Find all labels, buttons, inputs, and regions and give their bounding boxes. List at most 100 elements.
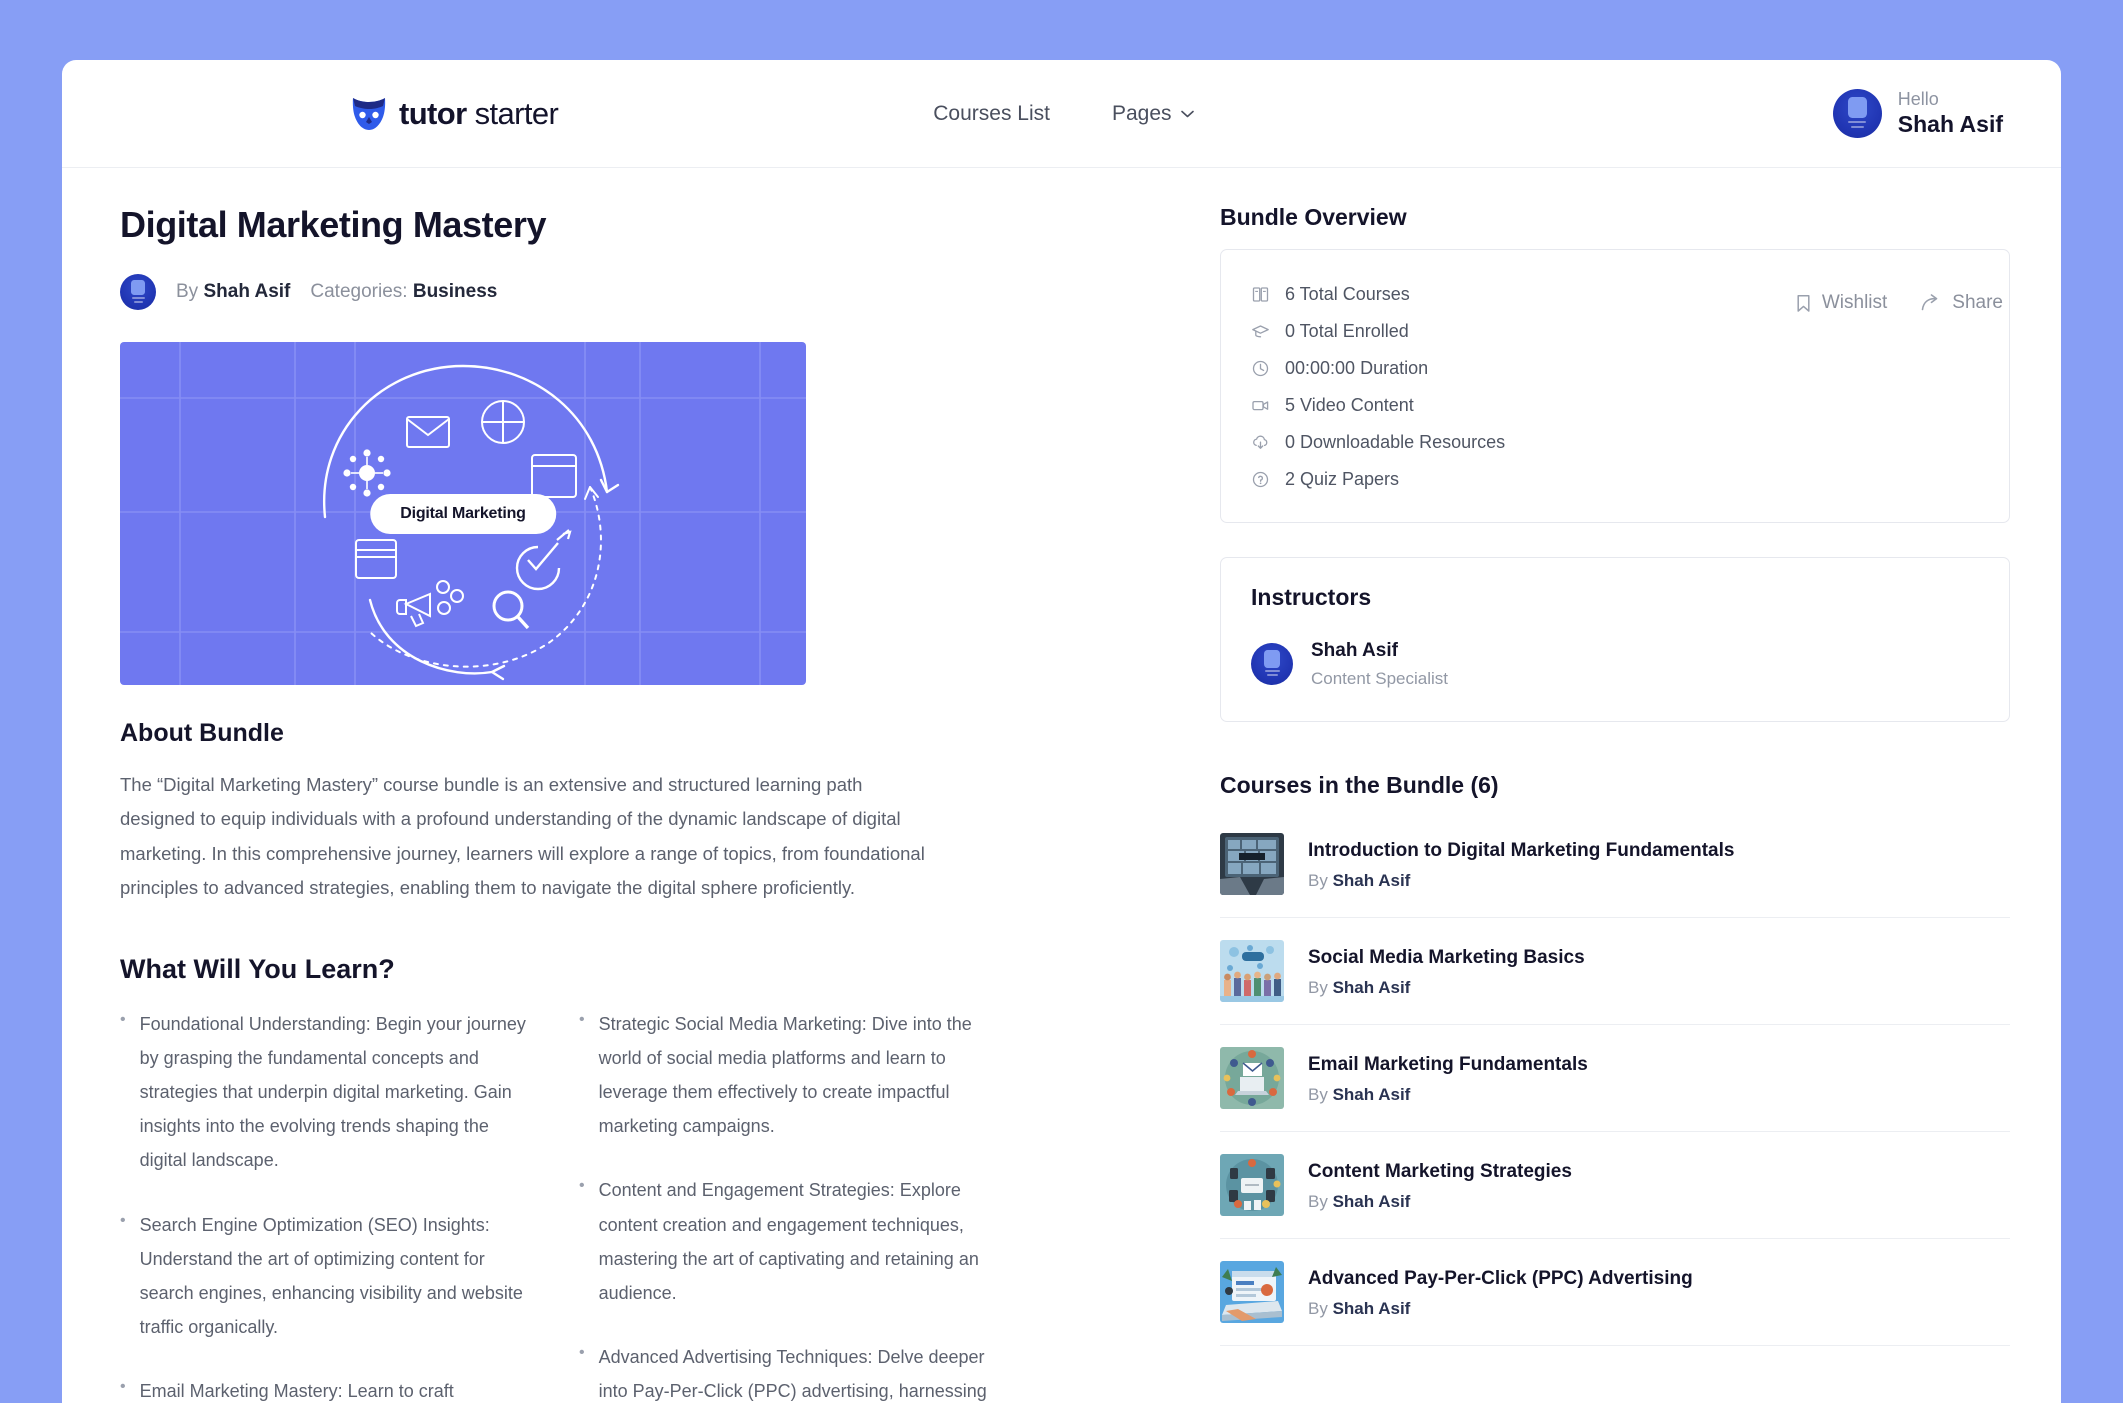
brand-wordmark: tutor starter — [399, 95, 559, 132]
by-prefix: By — [1308, 1299, 1328, 1319]
main-nav: Courses List Pages — [933, 102, 1194, 126]
owl-icon — [350, 97, 388, 131]
learn-item: • Search Engine Optimization (SEO) Insig… — [120, 1208, 535, 1345]
overview-row-quiz-papers: 2 Quiz Papers — [1251, 461, 1979, 498]
courses-in-bundle-list: Introduction to Digital Marketing Fundam… — [1220, 811, 2010, 1346]
overview-row-duration: 00:00:00 Duration — [1251, 350, 1979, 387]
tablet-collage-thumb — [1220, 833, 1284, 895]
course-title: Introduction to Digital Marketing Fundam… — [1308, 839, 1735, 861]
question-circle-icon — [1251, 470, 1270, 489]
greeting-text: Hello — [1897, 88, 1939, 109]
by-prefix: By — [1308, 1085, 1328, 1105]
course-item-info: Introduction to Digital Marketing Fundam… — [1308, 837, 1734, 892]
share-label: Share — [1952, 292, 2003, 313]
avatar-line — [1264, 670, 1280, 672]
user-greeting-block: Hello Shah Asif — [1898, 88, 2003, 139]
brand-logo[interactable]: tutor starter — [350, 95, 559, 132]
learn-heading: What Will You Learn? — [120, 953, 395, 984]
learn-item-text: Strategic Social Media Marketing: Dive i… — [598, 1013, 972, 1137]
bullet-icon: • — [579, 1177, 585, 1195]
laptop-ppc-thumb — [1220, 1261, 1284, 1323]
bullet-icon: • — [579, 1010, 585, 1028]
overview-heading: Bundle Overview — [1220, 204, 1407, 230]
nav-item-pages[interactable]: Pages — [1112, 102, 1194, 126]
learn-item-text: Content and Engagement Strategies: Explo… — [598, 1180, 979, 1303]
main-column: Digital Marketing Mastery By Shah Asif C… — [120, 204, 1220, 1403]
avatar-badge-icon — [131, 279, 145, 295]
course-author: By Shah Asif — [1308, 978, 1585, 998]
course-list-item[interactable]: Social Media Marketing Basics By Shah As… — [1220, 918, 2010, 1025]
avatar-badge-icon — [1847, 96, 1867, 118]
overview-row-total-enrolled: 0 Total Enrolled — [1251, 313, 1979, 350]
overview-row-downloadable-resources: 0 Downloadable Resources — [1251, 424, 1979, 461]
course-list-item[interactable]: Email Marketing Fundamentals By Shah Asi… — [1220, 1025, 2010, 1132]
avatar-line — [131, 296, 145, 299]
learn-item: • Content and Engagement Strategies: Exp… — [579, 1173, 994, 1310]
instructors-card: Instructors Shah Asif Content Specialist — [1220, 557, 2010, 722]
course-author: By Shah Asif — [1308, 1192, 1572, 1212]
learn-item-text: Foundational Understanding: Begin your j… — [139, 1013, 526, 1171]
share-button[interactable]: Share — [1921, 292, 2003, 314]
category-meta: Categories: Business — [310, 281, 497, 303]
by-prefix: By — [1308, 978, 1328, 998]
title-row: Digital Marketing Mastery — [120, 204, 1170, 246]
overview-row-text: 0 Downloadable Resources — [1285, 432, 1506, 452]
brand-bold: tutor — [399, 95, 467, 131]
bundle-overview-card: 6 Total Courses 0 Total Enrolled 00:00:0… — [1220, 249, 2010, 523]
avatar-line — [1848, 120, 1867, 123]
clock-icon — [1251, 359, 1270, 378]
course-author: By Shah Asif — [1308, 871, 1734, 891]
bullet-icon: • — [579, 1344, 585, 1362]
learn-column-left: • Foundational Understanding: Begin your… — [120, 1007, 535, 1403]
category-value[interactable]: Business — [413, 281, 497, 302]
course-meta: By Shah Asif Categories: Business — [120, 274, 1170, 310]
author-name[interactable]: Shah Asif — [203, 281, 290, 302]
learn-column-right: • Strategic Social Media Marketing: Dive… — [579, 1007, 994, 1403]
content-icons-thumb — [1220, 1154, 1284, 1216]
avatar-line — [1266, 674, 1278, 676]
course-title: Social Media Marketing Basics — [1308, 946, 1585, 968]
by-prefix: By — [1308, 871, 1328, 891]
bullet-icon: • — [120, 1378, 126, 1396]
course-hero-banner: Digital Marketing — [120, 342, 806, 685]
user-name: Shah Asif — [1897, 111, 2003, 138]
app-window: tutor starter Courses List Pages Hello S… — [62, 60, 2061, 1403]
by-prefix: By — [1308, 1192, 1328, 1212]
cloud-download-icon — [1251, 433, 1270, 452]
categories-label: Categories: — [310, 281, 408, 302]
learn-grid: • Foundational Understanding: Begin your… — [120, 1007, 1170, 1403]
nav-label-pages: Pages — [1111, 101, 1172, 125]
book-icon — [1251, 285, 1270, 304]
about-heading: About Bundle — [120, 719, 284, 747]
overview-row-text: 0 Total Enrolled — [1285, 321, 1409, 341]
courses-in-bundle-heading: Courses in the Bundle (6) — [1220, 772, 1499, 798]
hero-pill-label: Digital Marketing — [370, 493, 556, 534]
nav-item-courses-list[interactable]: Courses List — [933, 102, 1050, 126]
learn-item: • Strategic Social Media Marketing: Dive… — [579, 1007, 994, 1144]
instructor-row[interactable]: Shah Asif Content Specialist — [1251, 637, 1979, 691]
by-prefix: By — [176, 281, 199, 302]
course-author: By Shah Asif — [1308, 1299, 1693, 1319]
learn-item: • Foundational Understanding: Begin your… — [120, 1007, 535, 1178]
bookmark-icon — [1795, 294, 1812, 313]
course-list-item[interactable]: Content Marketing Strategies By Shah Asi… — [1220, 1132, 2010, 1239]
learn-item: • Advanced Advertising Techniques: Delve… — [579, 1340, 994, 1403]
course-list-item[interactable]: Advanced Pay-Per-Click (PPC) Advertising… — [1220, 1239, 2010, 1346]
user-menu[interactable]: Hello Shah Asif — [1832, 88, 2003, 139]
wishlist-button[interactable]: Wishlist — [1795, 292, 1887, 314]
graduation-cap-icon — [1251, 322, 1270, 341]
wishlist-label: Wishlist — [1821, 292, 1888, 313]
course-title: Email Marketing Fundamentals — [1308, 1053, 1588, 1075]
course-author-name: Shah Asif — [1332, 1299, 1411, 1319]
brand-light: starter — [474, 95, 559, 131]
course-author-name: Shah Asif — [1332, 1085, 1411, 1105]
bullet-icon: • — [120, 1010, 126, 1028]
learn-item: • Email Marketing Mastery: Learn to craf… — [120, 1374, 535, 1403]
course-list-item[interactable]: Introduction to Digital Marketing Fundam… — [1220, 811, 2010, 918]
avatar-line — [133, 300, 143, 303]
course-title: Content Marketing Strategies — [1308, 1160, 1572, 1182]
learn-item-text: Advanced Advertising Techniques: Delve d… — [598, 1347, 987, 1402]
page-content: Digital Marketing Mastery By Shah Asif C… — [62, 168, 2061, 1403]
instructors-heading: Instructors — [1251, 584, 1372, 610]
sidebar-column: Bundle Overview 6 Total Courses 0 Total … — [1220, 204, 2010, 1403]
